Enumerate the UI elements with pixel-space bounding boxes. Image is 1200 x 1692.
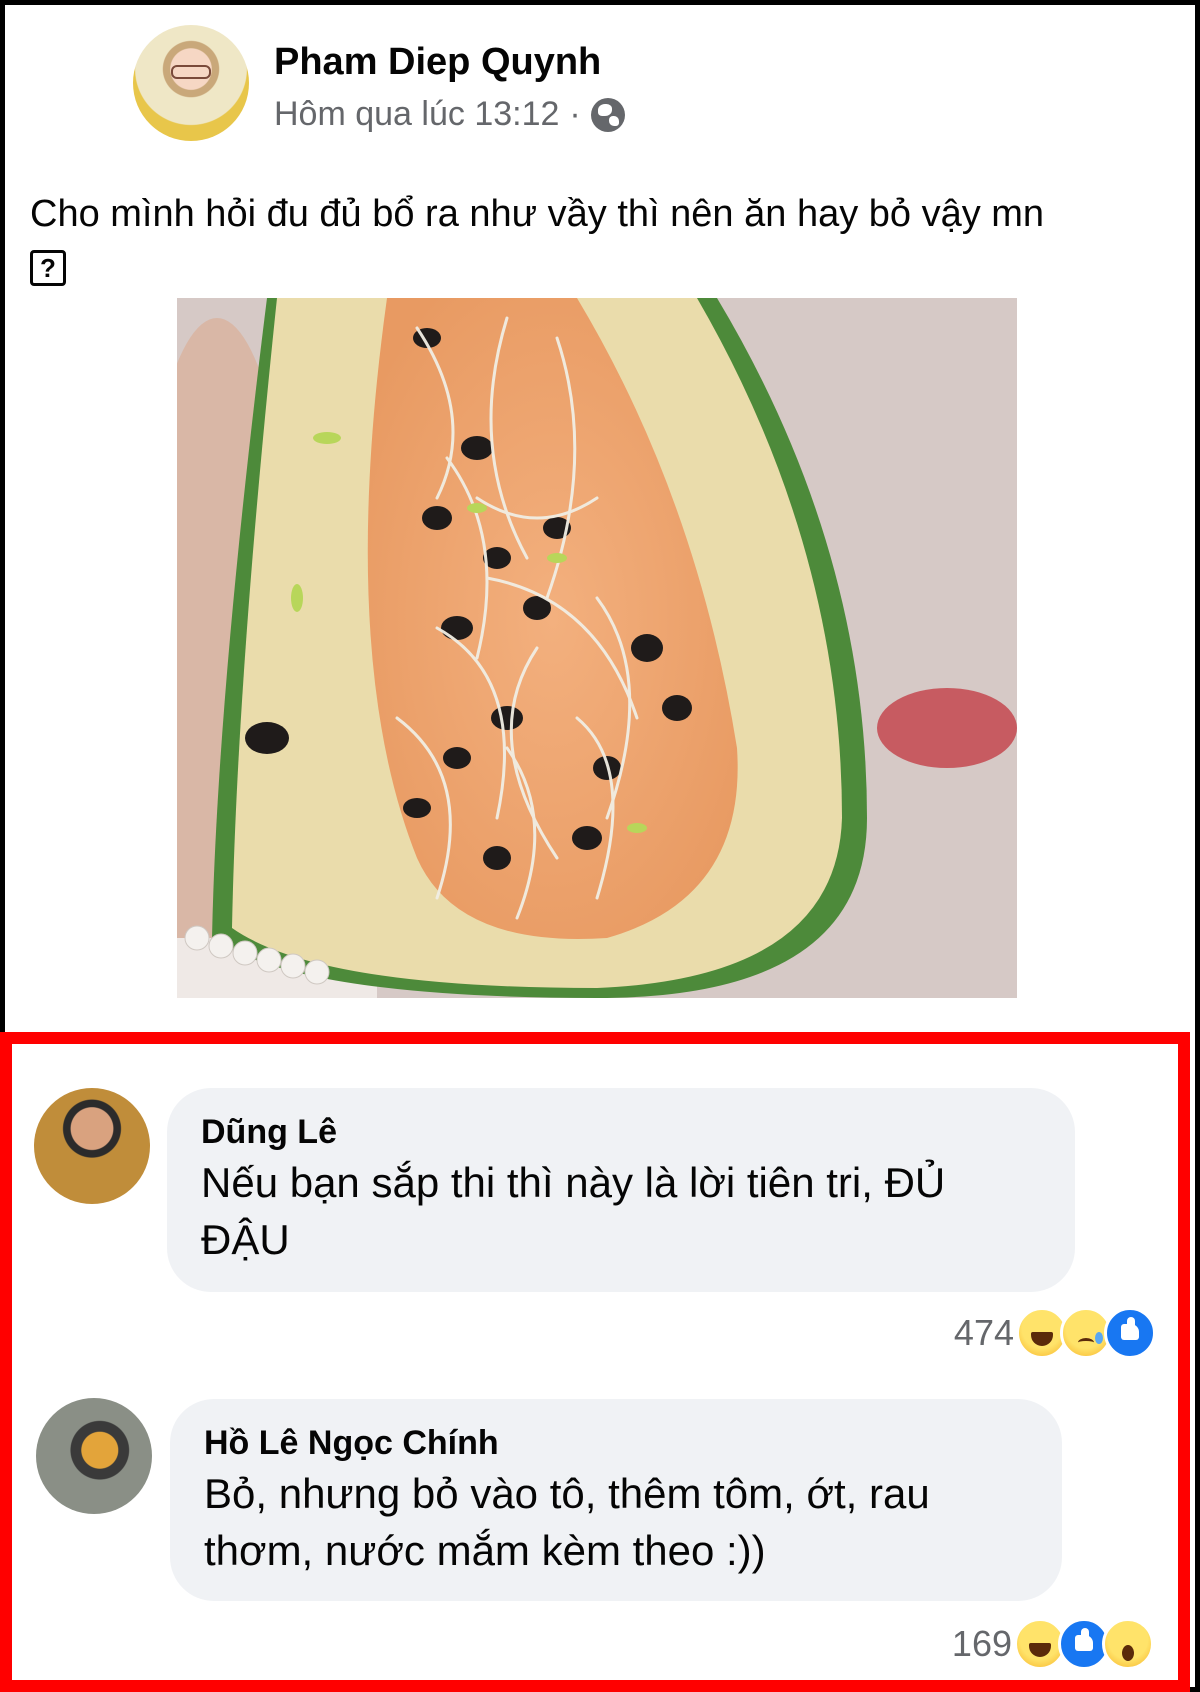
- comment-author[interactable]: Hồ Lê Ngọc Chính: [204, 1421, 1028, 1465]
- wow-reaction-icon: [1102, 1618, 1154, 1670]
- post-timestamp[interactable]: Hôm qua lúc 13:12: [274, 95, 559, 134]
- reaction-count: 474: [953, 1312, 1014, 1353]
- question-box-icon: ?: [30, 249, 66, 286]
- avatar-glasses: [171, 65, 211, 79]
- post-text: Cho mình hỏi đu đủ bổ ra như vầy thì nên…: [30, 188, 1170, 292]
- post-photo[interactable]: [177, 298, 1017, 998]
- author-avatar[interactable]: [133, 25, 249, 141]
- comment-reactions[interactable]: 169: [952, 1618, 1154, 1670]
- meta-separator: ·: [569, 95, 581, 133]
- post-meta: Hôm qua lúc 13:12 ·: [274, 95, 625, 134]
- like-reaction-icon: [1104, 1307, 1156, 1359]
- post-caption: Cho mình hỏi đu đủ bổ ra như vầy thì nên…: [30, 193, 1045, 235]
- papaya-photo: [177, 298, 1017, 998]
- comment-text: Bỏ, nhưng bỏ vào tô, thêm tôm, ớt, rau t…: [204, 1470, 930, 1574]
- comment-text: Nếu bạn sắp thi thì này là lời tiên tri,…: [201, 1159, 946, 1263]
- comment-bubble: Dũng Lê Nếu bạn sắp thi thì này là lời t…: [167, 1088, 1075, 1292]
- comment-author[interactable]: Dũng Lê: [201, 1110, 1041, 1154]
- comment-reactions[interactable]: 474: [954, 1307, 1156, 1359]
- comment-avatar[interactable]: [36, 1398, 152, 1514]
- reaction-count: 169: [951, 1623, 1012, 1664]
- globe-icon[interactable]: [590, 97, 625, 132]
- comment-bubble: Hồ Lê Ngọc Chính Bỏ, nhưng bỏ vào tô, th…: [170, 1399, 1062, 1601]
- comment-avatar[interactable]: [34, 1088, 150, 1204]
- post-author-name[interactable]: Pham Diep Quynh: [274, 41, 601, 84]
- highlighted-comments: Dũng Lê Nếu bạn sắp thi thì này là lời t…: [0, 1032, 1190, 1692]
